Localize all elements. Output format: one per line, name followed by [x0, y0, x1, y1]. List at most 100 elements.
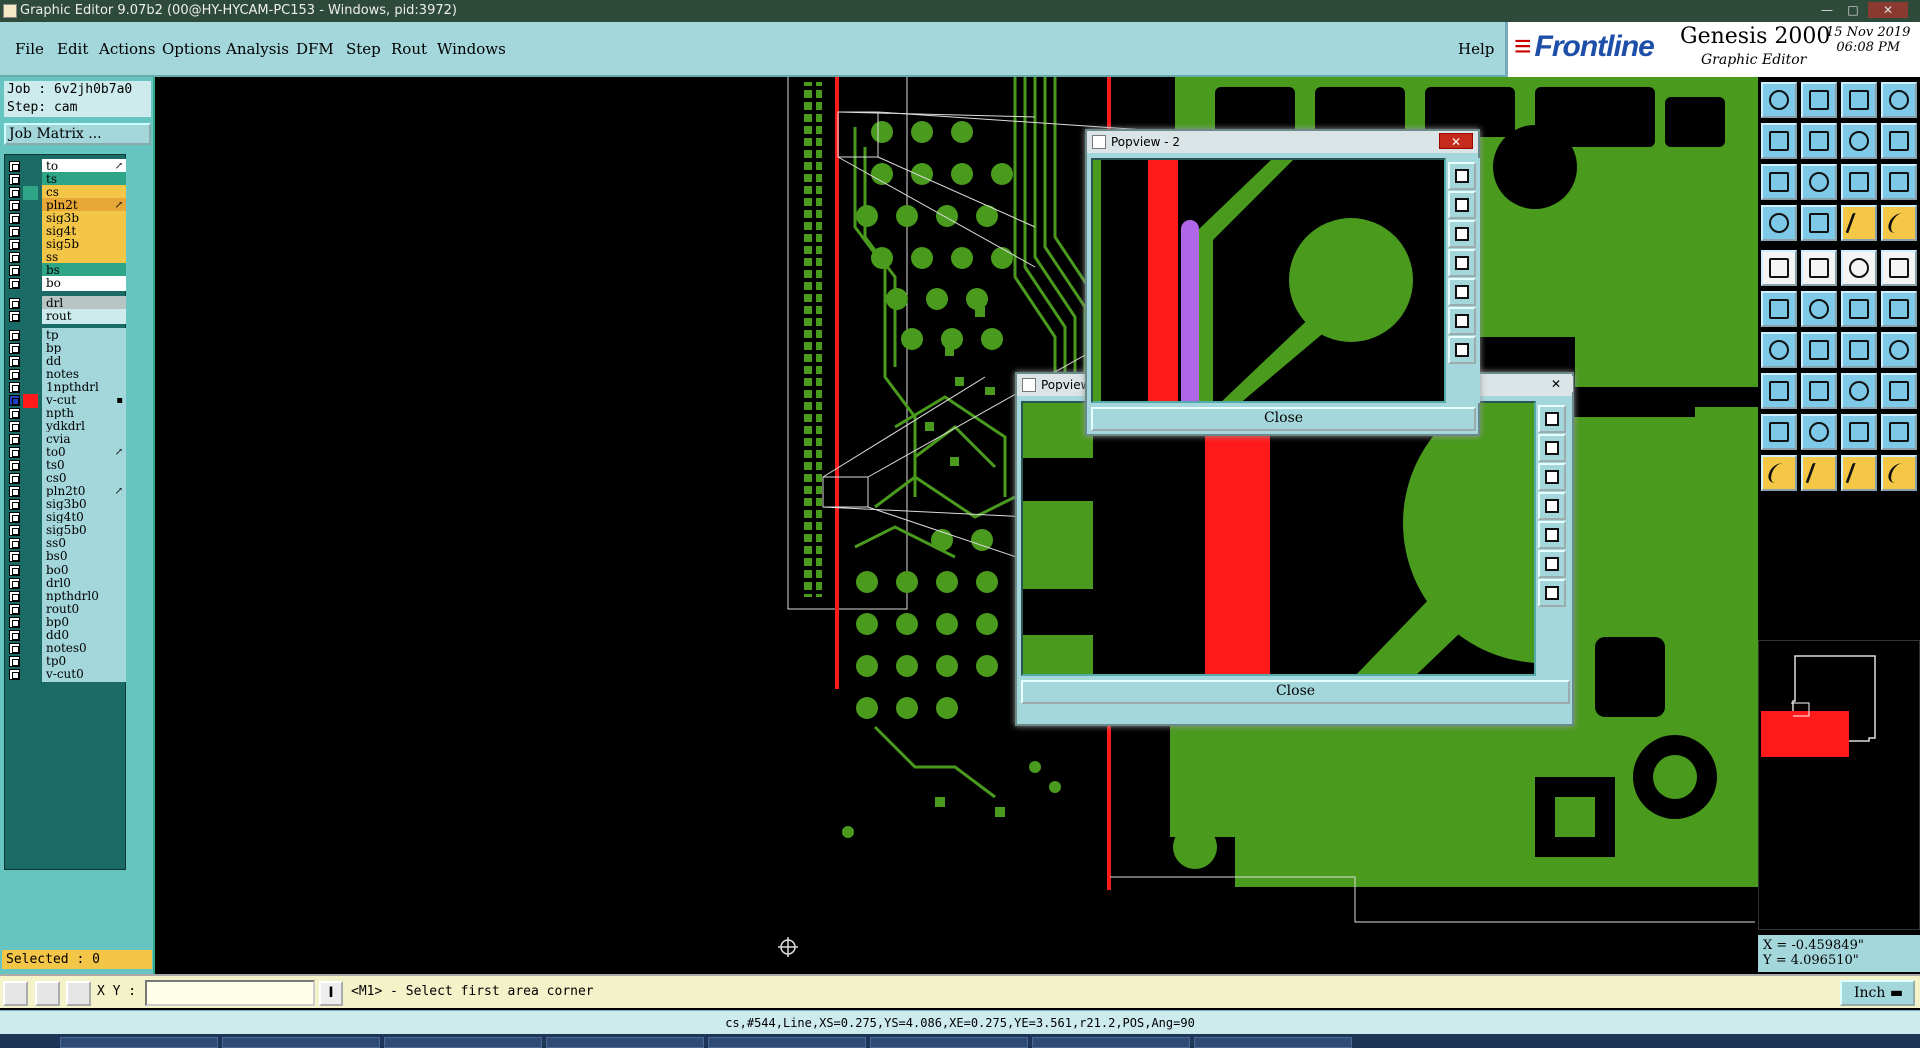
tool-button-icon[interactable] [1841, 205, 1877, 241]
layer-checkbox[interactable] [9, 603, 20, 615]
layer-checkbox[interactable] [9, 226, 20, 238]
layer-checkbox[interactable] [9, 590, 20, 602]
layer-checkbox[interactable] [9, 213, 20, 225]
tool-button-icon[interactable] [1761, 455, 1797, 491]
layer-checkbox[interactable] [9, 629, 20, 641]
layer-row[interactable]: v-cut0 [5, 666, 127, 683]
layer-checkbox[interactable] [9, 310, 20, 322]
tool-button-icon[interactable] [1841, 250, 1877, 286]
taskbar-item[interactable] [708, 1037, 866, 1048]
popview-1-view[interactable] [1021, 401, 1536, 676]
menu-analysis[interactable]: Analysis [226, 40, 289, 58]
popview-tool-icon[interactable] [1538, 434, 1566, 462]
popview-tool-icon[interactable] [1448, 336, 1476, 364]
tool-button-icon[interactable] [1801, 82, 1837, 118]
menu-help[interactable]: Help [1458, 40, 1494, 58]
graphic-canvas[interactable]: Popview ✕ Close Popview - 2 ✕ Close [155, 77, 1758, 974]
layer-checkbox[interactable] [9, 342, 20, 354]
popview-2-window[interactable]: Popview - 2 ✕ Close [1085, 129, 1480, 436]
layer-checkbox[interactable] [9, 655, 20, 667]
popview-tool-icon[interactable] [1538, 550, 1566, 578]
taskbar-item[interactable] [60, 1037, 218, 1048]
layer-checkbox[interactable] [9, 473, 20, 485]
tool-button-icon[interactable] [1761, 332, 1797, 368]
menu-step[interactable]: Step [346, 40, 381, 58]
layer-checkbox[interactable] [9, 394, 20, 406]
layer-checkbox[interactable] [9, 187, 20, 199]
tool-button-icon[interactable] [1801, 291, 1837, 327]
layer-checkbox[interactable] [9, 278, 20, 290]
layer-checkbox[interactable] [9, 538, 20, 550]
tool-button-icon[interactable] [1801, 205, 1837, 241]
popview-1-close-icon[interactable]: ✕ [1539, 376, 1573, 392]
popview-2-close-icon[interactable]: ✕ [1439, 133, 1473, 149]
tool-button-icon[interactable] [1881, 250, 1917, 286]
popview-2-view[interactable] [1091, 158, 1446, 403]
layer-name[interactable]: bo [42, 276, 126, 292]
tool-button-icon[interactable] [1761, 250, 1797, 286]
tool-button-icon[interactable] [1881, 332, 1917, 368]
tool-button-icon[interactable] [1841, 414, 1877, 450]
layer-checkbox[interactable] [9, 297, 20, 309]
tool-button-icon[interactable] [1761, 205, 1797, 241]
tool-button-icon[interactable] [1841, 373, 1877, 409]
layer-checkbox[interactable] [9, 434, 20, 445]
layer-checkbox[interactable] [9, 368, 20, 380]
xy-input[interactable] [145, 980, 315, 1006]
popview-tool-icon[interactable] [1448, 249, 1476, 277]
units-selector[interactable]: Inch ▬ [1840, 980, 1915, 1006]
popview-tool-icon[interactable] [1448, 162, 1476, 190]
popview-2-close-button[interactable]: Close [1091, 407, 1476, 431]
tool-button-icon[interactable] [1881, 164, 1917, 200]
measure-mode-button[interactable] [35, 981, 60, 1006]
tool-button-icon[interactable] [1761, 123, 1797, 159]
tool-button-icon[interactable] [1761, 291, 1797, 327]
layer-checkbox[interactable] [9, 642, 20, 654]
menu-file[interactable]: File [15, 40, 44, 58]
layer-name[interactable]: rout [42, 308, 126, 324]
layer-checkbox[interactable] [9, 407, 20, 419]
snap-mode-button[interactable] [3, 981, 28, 1006]
popview-tool-icon[interactable] [1448, 278, 1476, 306]
menu-options[interactable]: Options [162, 40, 221, 58]
close-window-button[interactable]: ✕ [1868, 2, 1908, 18]
layer-name[interactable]: v-cut0 [42, 666, 126, 682]
layer-checkbox[interactable] [9, 200, 20, 212]
popview-tool-icon[interactable] [1448, 220, 1476, 248]
popview-1-close-button[interactable]: Close [1021, 680, 1570, 704]
layer-checkbox[interactable] [9, 420, 20, 432]
layer-checkbox[interactable] [9, 616, 20, 628]
tool-button-icon[interactable] [1761, 164, 1797, 200]
layer-checkbox[interactable] [9, 161, 20, 172]
layer-checkbox[interactable] [9, 499, 20, 511]
taskbar-item[interactable] [1032, 1037, 1190, 1048]
layer-checkbox[interactable] [9, 551, 20, 563]
taskbar-item[interactable] [1194, 1037, 1352, 1048]
tool-button-icon[interactable] [1881, 455, 1917, 491]
minimize-button[interactable]: — [1816, 2, 1838, 18]
popview-tool-icon[interactable] [1538, 579, 1566, 607]
taskbar-item[interactable] [384, 1037, 542, 1048]
tool-button-icon[interactable] [1841, 455, 1877, 491]
tool-button-icon[interactable] [1881, 373, 1917, 409]
menu-rout[interactable]: Rout [391, 40, 427, 58]
tool-button-icon[interactable] [1801, 250, 1837, 286]
menu-actions[interactable]: Actions [99, 40, 155, 58]
taskbar-item[interactable] [222, 1037, 380, 1048]
layer-checkbox[interactable] [9, 460, 20, 472]
layer-checkbox[interactable] [9, 577, 20, 589]
popview-tool-icon[interactable] [1538, 405, 1566, 433]
layer-checkbox[interactable] [9, 486, 20, 498]
tool-button-icon[interactable] [1801, 414, 1837, 450]
menu-dfm[interactable]: DFM [296, 40, 334, 58]
layer-checkbox[interactable] [9, 525, 20, 537]
tool-button-icon[interactable] [1841, 123, 1877, 159]
tool-button-icon[interactable] [1801, 373, 1837, 409]
layer-checkbox[interactable] [9, 668, 20, 680]
layer-checkbox[interactable] [9, 447, 20, 459]
layer-checkbox[interactable] [9, 265, 20, 277]
layer-row[interactable]: bo [5, 276, 127, 292]
layer-row[interactable]: rout [5, 308, 127, 325]
tool-button-icon[interactable] [1841, 164, 1877, 200]
tool-button-icon[interactable] [1761, 82, 1797, 118]
